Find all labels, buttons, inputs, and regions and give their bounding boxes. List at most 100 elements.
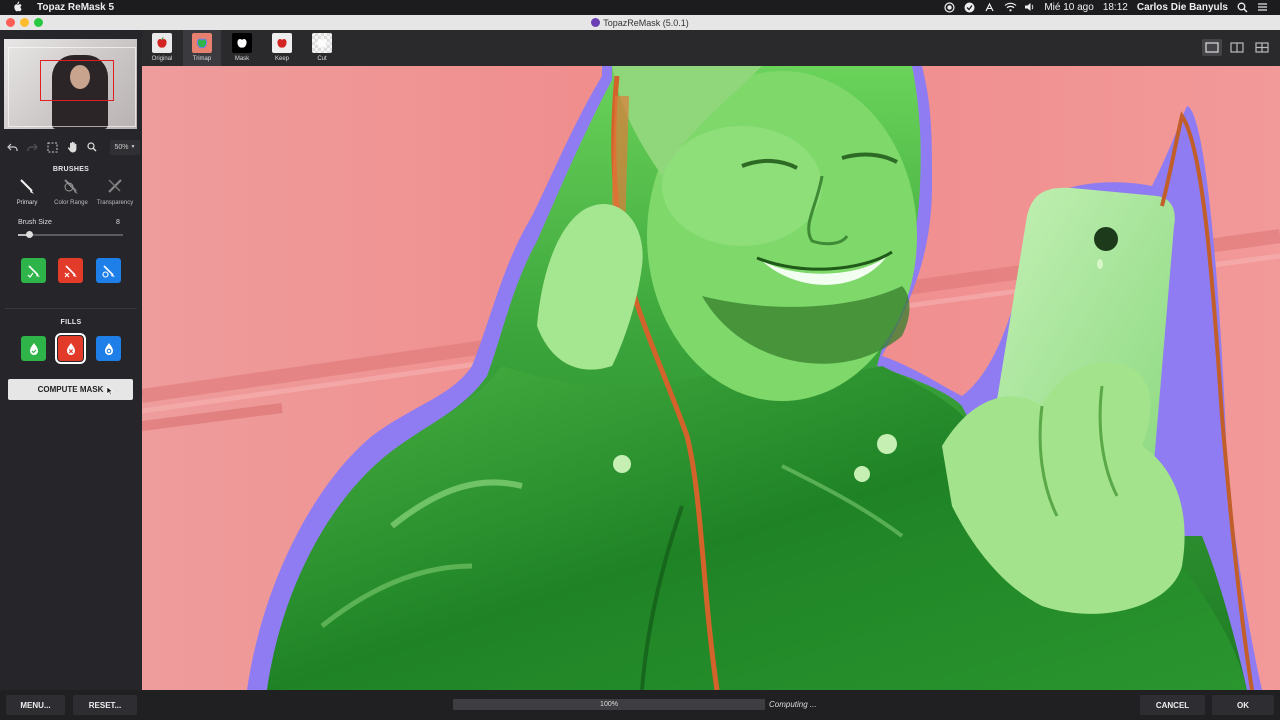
window-controls: [6, 18, 43, 27]
redo-icon: [26, 143, 38, 151]
zoom-window-button[interactable]: [34, 18, 43, 27]
menubar-user[interactable]: Carlos Die Banyuls: [1137, 2, 1228, 13]
menu-button[interactable]: MENU...: [6, 695, 65, 715]
left-tool-panel: 50% ▼ BRUSHES Primary Color Range Transp…: [0, 30, 142, 690]
cancel-button-label: CANCEL: [1155, 700, 1190, 710]
view-mask-button[interactable]: Mask: [223, 30, 261, 66]
navigator-viewport-frame[interactable]: [40, 60, 114, 101]
undo-icon: [6, 143, 18, 151]
transparency-brush-icon: [105, 177, 125, 197]
brush-selector: Primary Color Range Transparency: [5, 177, 137, 209]
view-trimap-label: Trimap: [192, 56, 212, 62]
split-view-icon: [1230, 42, 1244, 53]
window-title: TopazReMask (5.0.1): [603, 17, 689, 28]
view-mask-label: Mask: [234, 56, 250, 62]
single-view-icon: [1205, 42, 1219, 53]
keep-brush-button[interactable]: [21, 258, 46, 283]
selection-tool-button[interactable]: [42, 137, 62, 157]
zoom-tool-button[interactable]: [82, 137, 102, 157]
drop-fill-button[interactable]: [55, 333, 86, 364]
wifi-icon[interactable]: [1004, 2, 1017, 13]
zoom-level-select[interactable]: 50% ▼: [110, 139, 140, 155]
brush-size-slider[interactable]: [18, 231, 123, 238]
reset-button-label: RESET...: [88, 700, 122, 710]
menubar-time[interactable]: 18:12: [1103, 2, 1128, 13]
compute-fill-button[interactable]: [96, 336, 121, 361]
search-icon[interactable]: [1237, 2, 1248, 13]
navigator-thumbnail[interactable]: [4, 39, 137, 129]
chevron-down-icon: ▼: [130, 144, 136, 150]
menu-extra-icon[interactable]: [984, 2, 995, 13]
face-highlight: [662, 126, 822, 246]
mouse-cursor-icon: [106, 386, 113, 396]
view-cut-button[interactable]: Cut: [303, 30, 341, 66]
view-keep-button[interactable]: Keep: [263, 30, 301, 66]
compute-mask-label: COMPUTE MASK: [37, 385, 104, 394]
update-icon[interactable]: [964, 2, 975, 13]
minimize-window-button[interactable]: [20, 18, 29, 27]
bottom-action-bar: MENU... RESET... 100% Computing ... CANC…: [0, 690, 1280, 720]
view-mode-toolbar: Original Trimap Mask Keep Cut: [142, 30, 1280, 66]
cancel-button[interactable]: CANCEL: [1140, 695, 1205, 715]
cut-view-icon: [312, 33, 332, 53]
trimap-preview: [142, 66, 1280, 690]
progress-bar: 100%: [453, 699, 765, 710]
brush-size-value: 8: [116, 219, 120, 226]
view-keep-label: Keep: [274, 56, 289, 62]
apple-icon[interactable]: [13, 0, 23, 15]
close-window-button[interactable]: [6, 18, 15, 27]
app-logo-icon: [591, 18, 601, 27]
image-canvas[interactable]: [142, 66, 1280, 690]
drop-fill-icon: [66, 342, 75, 355]
undo-button[interactable]: [2, 137, 22, 157]
app-menu-name[interactable]: Topaz ReMask 5: [37, 2, 114, 13]
record-icon[interactable]: [944, 2, 955, 13]
brush-size-label: Brush Size: [18, 219, 52, 226]
ok-button[interactable]: OK: [1212, 695, 1274, 715]
brush-size-slider-knob[interactable]: [25, 231, 33, 238]
reset-button[interactable]: RESET...: [73, 695, 137, 715]
hand-tool-button[interactable]: [62, 137, 82, 157]
keep-fill-icon: [29, 342, 38, 355]
keep-view-icon: [272, 33, 292, 53]
ok-button-label: OK: [1237, 700, 1249, 710]
magnifier-icon: [87, 142, 97, 152]
brush-transparency[interactable]: Transparency: [93, 177, 137, 209]
window-title-bar: TopazReMask (5.0.1): [0, 15, 1280, 30]
original-view-icon: [152, 33, 172, 53]
navigation-toolbar: 50% ▼: [0, 137, 142, 157]
zoom-level-value: 50%: [114, 143, 129, 151]
compute-fill-icon: [104, 342, 113, 355]
brush-transparency-label: Transparency: [96, 200, 134, 206]
split-view-layout-button[interactable]: [1227, 39, 1247, 56]
keep-fill-button[interactable]: [21, 336, 46, 361]
list-icon[interactable]: [1257, 2, 1268, 13]
marquee-icon: [47, 142, 57, 152]
brush-color-range[interactable]: Color Range: [49, 177, 93, 209]
menubar-date[interactable]: Mié 10 ago: [1044, 2, 1093, 13]
drop-brush-button[interactable]: [58, 258, 83, 283]
sound-icon[interactable]: [1024, 2, 1035, 13]
jacket-snap: [854, 466, 870, 482]
color-range-brush-icon: [61, 177, 81, 197]
redo-button[interactable]: [22, 137, 42, 157]
brush-primary[interactable]: Primary: [5, 177, 49, 209]
keep-brush-icon: [27, 264, 40, 278]
layout-switcher: [1202, 39, 1272, 56]
view-trimap-button[interactable]: Trimap: [183, 30, 221, 66]
single-view-layout-button[interactable]: [1202, 39, 1222, 56]
compute-brush-icon: [101, 264, 115, 278]
compute-mask-button[interactable]: COMPUTE MASK: [8, 379, 133, 400]
compute-brush-button[interactable]: [96, 258, 121, 283]
hand-icon: [67, 141, 76, 153]
panel-divider: [5, 308, 137, 309]
phone-flash: [1097, 259, 1103, 269]
quad-view-icon: [1255, 42, 1269, 53]
view-original-button[interactable]: Original: [143, 30, 181, 66]
mask-view-icon: [232, 33, 252, 53]
view-original-label: Original: [151, 56, 173, 62]
brush-primary-label: Primary: [16, 200, 38, 206]
status-text: Computing ...: [769, 700, 817, 709]
quad-view-layout-button[interactable]: [1252, 39, 1272, 56]
drop-brush-icon: [64, 264, 77, 277]
